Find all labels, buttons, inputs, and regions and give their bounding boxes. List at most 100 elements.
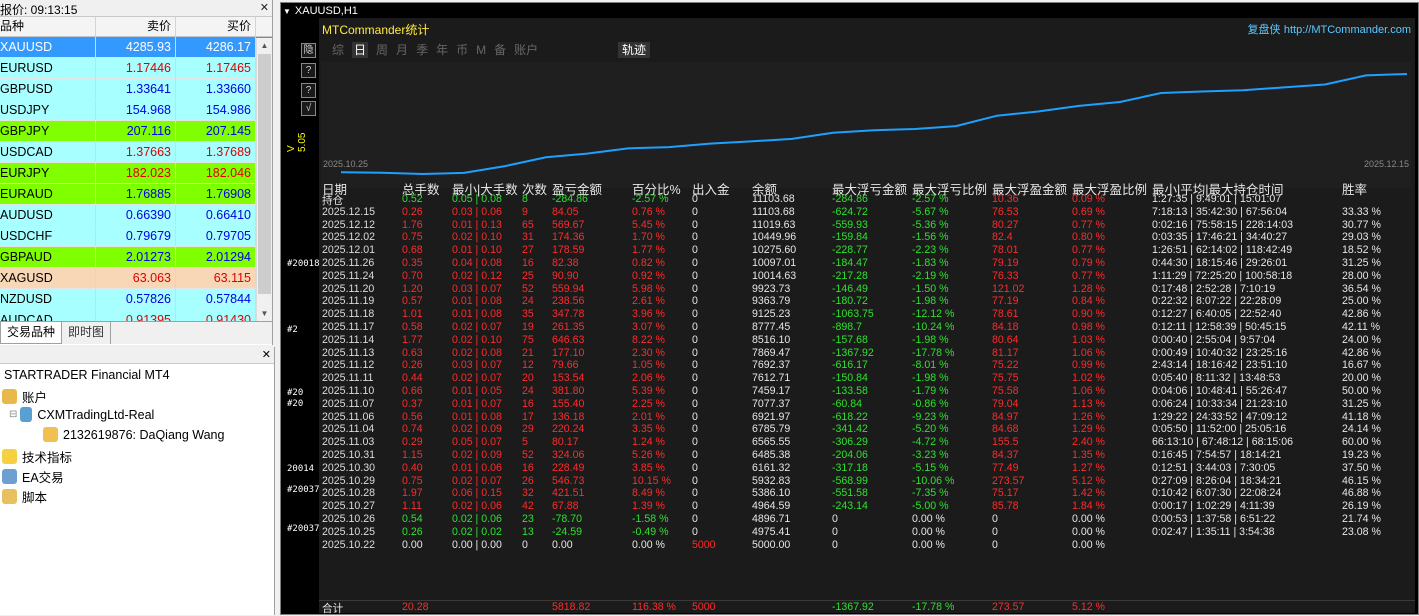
stats-cell: 77.19 bbox=[992, 295, 1019, 308]
period-tab-3[interactable]: 月 bbox=[396, 42, 408, 58]
symbol-row-gbpaud[interactable]: GBPAUD 2.01273 2.01294 bbox=[0, 247, 272, 268]
period-tab-9[interactable]: 账户 bbox=[514, 42, 538, 58]
panel-brand[interactable]: 复盘侠 http://MTCommander.com bbox=[1248, 21, 1412, 37]
dropdown-triangle-icon[interactable]: ▼ bbox=[283, 7, 291, 16]
period-tab-5[interactable]: 年 bbox=[436, 42, 448, 58]
stats-cell: 10.15 % bbox=[632, 474, 671, 487]
period-tab-0[interactable]: 综 bbox=[332, 42, 344, 58]
stats-cell: 2025.10.26 bbox=[322, 512, 376, 525]
period-tab-4[interactable]: 季 bbox=[416, 42, 428, 58]
market-watch-rows: XAUUSD 4285.93 4286.17 EURUSD 1.17446 1.17465… bbox=[0, 37, 272, 331]
period-tab-2[interactable]: 周 bbox=[376, 42, 388, 58]
symbol-row-xagusd[interactable]: XAGUSD 63.063 63.115 bbox=[0, 268, 272, 289]
stats-cell: -146.49 bbox=[832, 282, 868, 295]
stats-cell: 60.00 % bbox=[1342, 436, 1381, 449]
symbol-row-eurjpy[interactable]: EURJPY 182.023 182.046 bbox=[0, 163, 272, 184]
close-icon[interactable]: ✕ bbox=[262, 348, 271, 361]
chart-window[interactable]: ▼ XAUUSD,H1 隐 ? ? √ V 5.05 #20018 #2 #20 … bbox=[280, 2, 1419, 615]
stats-cell: 0.00 % bbox=[912, 525, 945, 538]
symbol-row-euraud[interactable]: EURAUD 1.76885 1.76908 bbox=[0, 184, 272, 205]
stats-cell: 2025.11.12 bbox=[322, 359, 375, 372]
navigator-item-platform[interactable]: STARTRADER Financial MT4 bbox=[4, 368, 170, 382]
stats-cell: -1.58 % bbox=[632, 512, 669, 525]
stats-cell: 220.24 bbox=[552, 423, 585, 436]
stats-cell: 155.40 bbox=[552, 397, 585, 410]
period-tab-7[interactable]: M bbox=[476, 42, 486, 58]
symbol-row-usdcad[interactable]: USDCAD 1.37663 1.37689 bbox=[0, 142, 272, 163]
brand-url[interactable]: http://MTCommander.com bbox=[1284, 24, 1411, 36]
stats-cell: 36.54 % bbox=[1342, 282, 1381, 295]
column-header-symbol[interactable]: 品种 bbox=[0, 17, 96, 36]
symbol-row-usdchf[interactable]: USDCHF 0.79679 0.79705 bbox=[0, 226, 272, 247]
period-tab-6[interactable]: 币 bbox=[456, 42, 468, 58]
stats-cell: 2.01 % bbox=[632, 410, 665, 423]
stats-cell: 19 bbox=[522, 320, 534, 333]
tab-tick-chart[interactable]: 即时图 bbox=[62, 322, 112, 344]
help-button-2[interactable]: ? bbox=[301, 83, 316, 98]
navigator-item-accounts[interactable]: 账户 bbox=[2, 387, 47, 406]
close-icon[interactable]: ✕ bbox=[260, 1, 269, 14]
stats-cell: 0.66 bbox=[402, 384, 423, 397]
navigator-item-server[interactable]: ⊟ CXMTradingLtd-Real bbox=[9, 407, 154, 422]
symbol-row-gbpusd[interactable]: GBPUSD 1.33641 1.33660 bbox=[0, 79, 272, 100]
stats-cell: 0.26 bbox=[402, 205, 423, 218]
stats-cell: 2.06 % bbox=[632, 372, 665, 385]
confirm-button[interactable]: √ bbox=[301, 101, 316, 116]
stats-cell: 0 bbox=[692, 244, 698, 257]
market-watch-title: 报价: 09:13:15 bbox=[0, 3, 78, 17]
stats-cell: 0 bbox=[692, 448, 698, 461]
stats-cell: 1.13 % bbox=[1072, 397, 1105, 410]
help-button[interactable]: ? bbox=[301, 63, 316, 78]
period-tab-8[interactable]: 备 bbox=[494, 42, 506, 58]
ask-price: 0.66410 bbox=[176, 205, 256, 225]
stats-cell: -1.98 % bbox=[912, 333, 949, 346]
stats-cell: 0.01 | 0.08 bbox=[452, 308, 502, 321]
stats-cell: 8 bbox=[522, 193, 528, 205]
track-button[interactable]: 轨迹 bbox=[618, 42, 651, 58]
scroll-down-icon[interactable]: ▼ bbox=[257, 306, 272, 321]
symbol-row-audusd[interactable]: AUDUSD 0.66390 0.66410 bbox=[0, 205, 272, 226]
tab-symbols[interactable]: 交易品种 bbox=[0, 322, 63, 344]
stats-cell: 2025.10.29 bbox=[322, 474, 376, 487]
stats-cell: 0 bbox=[692, 500, 698, 513]
navigator-item-experts[interactable]: EA交易 bbox=[2, 467, 64, 486]
tree-expand-icon[interactable]: ⊟ bbox=[9, 409, 17, 420]
period-tab-1[interactable]: 日 bbox=[352, 42, 369, 58]
scroll-up-icon[interactable]: ▲ bbox=[257, 38, 272, 53]
stats-cell: 2.30 % bbox=[632, 346, 665, 359]
stats-cell: -5.67 % bbox=[912, 205, 949, 218]
stats-cell: 0.98 % bbox=[1072, 320, 1105, 333]
stats-row: 持仓 0.52 0.05 | 0.08 8 -284.86 -2.57 % 0 11103.6… bbox=[319, 193, 1415, 207]
navigator-item-user[interactable]: 2132619876: DaQiang Wang bbox=[43, 427, 224, 442]
stats-cell: 1.02 % bbox=[1072, 372, 1105, 385]
symbol-row-xauusd[interactable]: XAUUSD 4285.93 4286.17 bbox=[0, 37, 272, 58]
stats-cell: 16 bbox=[522, 256, 534, 269]
stats-cell: 1.84 % bbox=[1072, 500, 1105, 513]
hide-button[interactable]: 隐 bbox=[301, 43, 316, 58]
stats-cell: 32 bbox=[522, 487, 534, 500]
stats-cell: 1:11:29 | 72:25:20 | 100:58:18 bbox=[1152, 269, 1293, 282]
stats-cell: 0.79 % bbox=[1072, 256, 1105, 269]
market-watch-scrollbar[interactable]: ▲ ▼ bbox=[256, 38, 272, 321]
stats-cell: 0.02 | 0.09 bbox=[452, 423, 502, 436]
navigator-item-indicators[interactable]: 技术指标 bbox=[2, 447, 72, 466]
symbol-row-eurusd[interactable]: EURUSD 1.17446 1.17465 bbox=[0, 58, 272, 79]
navigator-item-scripts[interactable]: 脚本 bbox=[2, 487, 47, 506]
scroll-thumb[interactable] bbox=[258, 54, 271, 294]
stats-cell: 84.68 bbox=[992, 423, 1019, 436]
stats-cell: 0.37 bbox=[402, 397, 423, 410]
ask-price: 182.046 bbox=[176, 163, 256, 183]
column-header-ask[interactable]: 买价 bbox=[176, 17, 256, 36]
indicator-icon bbox=[2, 449, 17, 464]
column-header-bid[interactable]: 卖价 bbox=[96, 17, 176, 36]
symbol-row-usdjpy[interactable]: USDJPY 154.968 154.986 bbox=[0, 100, 272, 121]
stats-cell: 84.97 bbox=[992, 410, 1019, 423]
stats-cell: 20 bbox=[522, 372, 534, 385]
stats-cell: -60.84 bbox=[832, 397, 863, 410]
stats-row: 2025.12.02 0.75 0.02 | 0.10 31 174.36 1.70 % 0… bbox=[319, 231, 1415, 244]
symbol-row-nzdusd[interactable]: NZDUSD 0.57826 0.57844 bbox=[0, 289, 272, 310]
stats-cell: 0:03:35 | 17:46:21 | 34:40:27 bbox=[1152, 231, 1288, 244]
stats-cell: 1.70 % bbox=[632, 231, 665, 244]
platform-label: STARTRADER Financial MT4 bbox=[4, 368, 170, 382]
symbol-row-gbpjpy[interactable]: GBPJPY 207.116 207.145 bbox=[0, 121, 272, 142]
